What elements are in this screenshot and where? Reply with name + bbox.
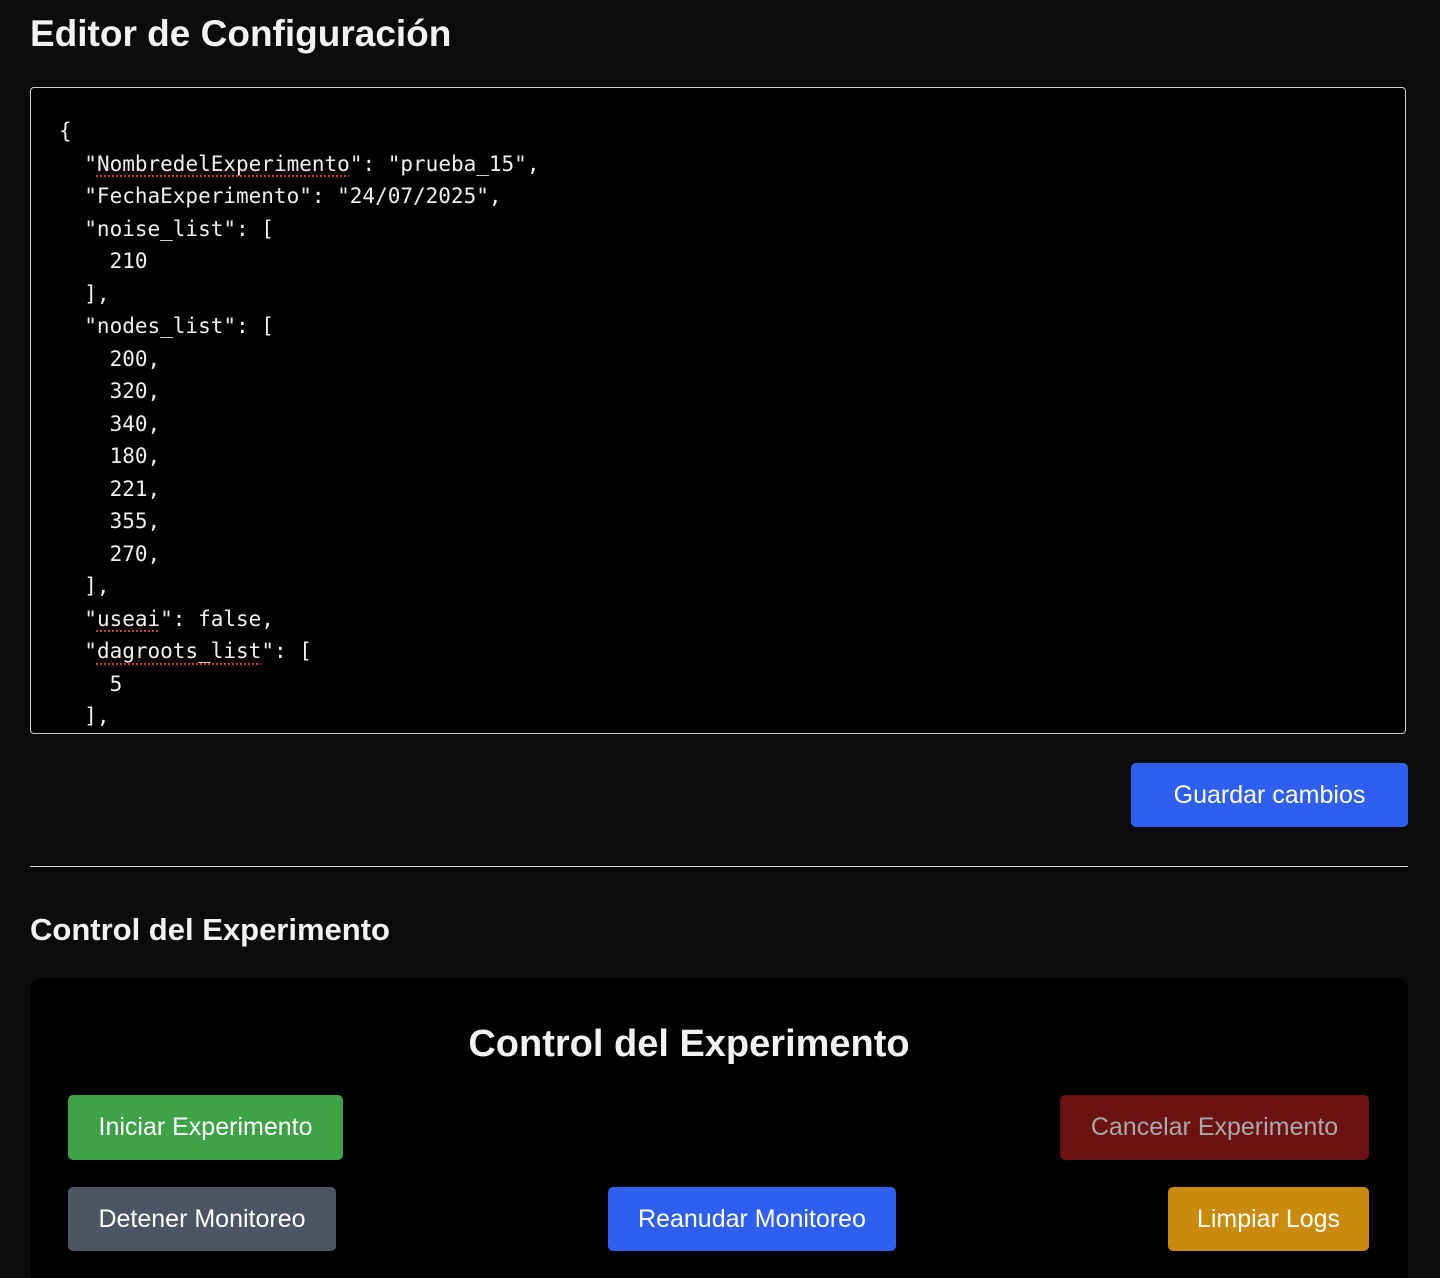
code-line: "NombredelExperimento": "prueba_15",	[59, 148, 539, 181]
code-text: "noise_list": [	[59, 216, 274, 241]
code-text: ": [	[261, 639, 312, 663]
code-text: 210	[59, 249, 148, 273]
resume-monitoring-button[interactable]: Reanudar Monitoreo	[608, 1187, 896, 1251]
code-line: 200,	[59, 343, 539, 376]
code-text: "	[59, 639, 97, 663]
code-text: "	[59, 151, 97, 176]
code-line: 221,	[59, 473, 539, 506]
code-text: ": false,	[160, 606, 274, 631]
start-experiment-button[interactable]: Iniciar Experimento	[68, 1095, 343, 1160]
save-changes-button[interactable]: Guardar cambios	[1131, 763, 1408, 827]
section-title: Control del Experimento	[30, 912, 390, 947]
code-line: ],	[59, 700, 539, 733]
code-line: "FechaExperimento": "24/07/2025",	[59, 180, 539, 213]
page: Editor de Configuración { "NombredelExpe…	[0, 0, 1440, 1278]
code-text: ": "prueba_15",	[349, 151, 540, 176]
code-line: 180,	[59, 440, 539, 473]
code-text: ],	[59, 574, 110, 598]
code-text: 200,	[59, 346, 161, 371]
code-line: ],	[59, 278, 539, 311]
code-text: ],	[59, 704, 110, 728]
stop-monitoring-button[interactable]: Detener Monitoreo	[68, 1187, 336, 1251]
page-title: Editor de Configuración	[30, 13, 452, 54]
code-line: 340,	[59, 408, 539, 441]
code-line: 320,	[59, 375, 539, 408]
code-line: "nodes_list": [	[59, 310, 539, 343]
code-text: "FechaExperimento": "24/07/2025",	[59, 184, 502, 208]
code-text: 5	[59, 671, 123, 696]
code-key-misspelled: useai	[96, 606, 161, 631]
code-line: "dagroots_list": [	[59, 635, 539, 668]
code-line: {	[59, 115, 539, 148]
code-line: 210	[59, 245, 539, 278]
code-text: "	[59, 606, 97, 631]
code-line: 5	[59, 668, 539, 701]
code-text: 221,	[59, 476, 161, 501]
code-line: "useai": false,	[59, 603, 539, 636]
code-text: 180,	[59, 444, 161, 468]
config-editor-textarea[interactable]: { "NombredelExperimento": "prueba_15", "…	[30, 87, 1406, 734]
code-key-misspelled: NombredelExperimento	[96, 151, 350, 176]
section-divider	[30, 866, 1408, 867]
code-text: ],	[59, 281, 110, 306]
code-text: {	[59, 119, 72, 143]
code-text: "nodes_list": [	[59, 314, 274, 338]
control-panel-title: Control del Experimento	[468, 1023, 910, 1065]
code-line: "noise_list": [	[59, 213, 539, 246]
code-text: 320,	[59, 379, 161, 403]
code-line: ],	[59, 570, 539, 603]
clear-logs-button[interactable]: Limpiar Logs	[1168, 1187, 1369, 1251]
code-line: 270,	[59, 538, 539, 571]
config-json-code: { "NombredelExperimento": "prueba_15", "…	[59, 115, 539, 733]
code-text: 340,	[59, 411, 161, 436]
code-line: 355,	[59, 505, 539, 538]
cancel-experiment-button[interactable]: Cancelar Experimento	[1060, 1095, 1369, 1160]
code-text: 355,	[59, 509, 161, 533]
code-key-misspelled: dagroots_list	[96, 639, 262, 663]
code-text: 270,	[59, 541, 161, 566]
